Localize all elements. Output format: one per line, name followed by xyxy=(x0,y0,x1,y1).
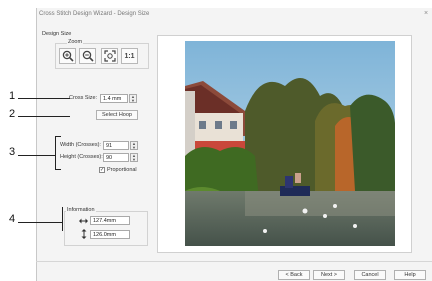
window-title: Cross Stitch Design Wizard - Design Size xyxy=(39,11,150,17)
cross-size-spinner[interactable]: ▲ ▼ xyxy=(129,94,137,103)
cross-size-field[interactable]: 1.4 mm xyxy=(100,94,128,103)
close-button[interactable]: × xyxy=(424,10,428,17)
actual-size-icon: 1:1 xyxy=(124,52,135,60)
zoom-out-button[interactable] xyxy=(79,48,96,64)
actual-size-button[interactable]: 1:1 xyxy=(121,48,138,64)
zoom-label: Zoom xyxy=(67,39,84,45)
width-field[interactable]: 91 xyxy=(103,141,129,150)
proportional-label: Proportional xyxy=(107,167,137,173)
zoom-in-button[interactable] xyxy=(59,48,76,64)
width-spinner[interactable]: ▲ ▼ xyxy=(130,141,138,150)
zoom-out-icon xyxy=(82,50,94,62)
zoom-fit-icon xyxy=(103,50,116,62)
height-field[interactable]: 90 xyxy=(103,153,129,162)
footer-separator xyxy=(36,261,432,262)
callout-1-line xyxy=(18,98,70,99)
back-button[interactable]: < Back xyxy=(278,270,310,280)
horizontal-arrows-icon xyxy=(79,218,88,224)
design-preview-image xyxy=(185,41,395,246)
zoom-in-icon xyxy=(62,50,74,62)
proportional-checkbox[interactable]: ✓ xyxy=(99,167,105,173)
next-button[interactable]: Next > xyxy=(313,270,345,280)
height-spinner[interactable]: ▲ ▼ xyxy=(130,153,138,162)
callout-4-bracket xyxy=(62,207,63,231)
callout-4: 4 xyxy=(9,213,16,225)
information-label: Information xyxy=(66,207,96,213)
width-label: Width (Crosses): xyxy=(60,142,101,148)
height-label: Height (Crosses): xyxy=(60,154,103,160)
callout-2: 2 xyxy=(9,108,16,120)
zoom-fit-button[interactable] xyxy=(101,48,118,64)
help-button[interactable]: Help xyxy=(394,270,426,280)
info-height-field: 126.0mm xyxy=(90,230,130,239)
select-hoop-button[interactable]: Select Hoop xyxy=(96,110,138,120)
callout-3-line xyxy=(18,155,55,156)
callout-3: 3 xyxy=(9,146,16,158)
callout-2-line xyxy=(18,116,70,117)
cancel-button[interactable]: Cancel xyxy=(354,270,386,280)
callout-4-line xyxy=(18,222,62,223)
design-size-label: Design Size xyxy=(42,31,72,37)
info-width-field: 127.4mm xyxy=(90,216,130,225)
cross-size-label: Cross Size: xyxy=(69,95,98,101)
callout-1: 1 xyxy=(9,90,16,102)
vertical-arrows-icon xyxy=(81,229,87,239)
